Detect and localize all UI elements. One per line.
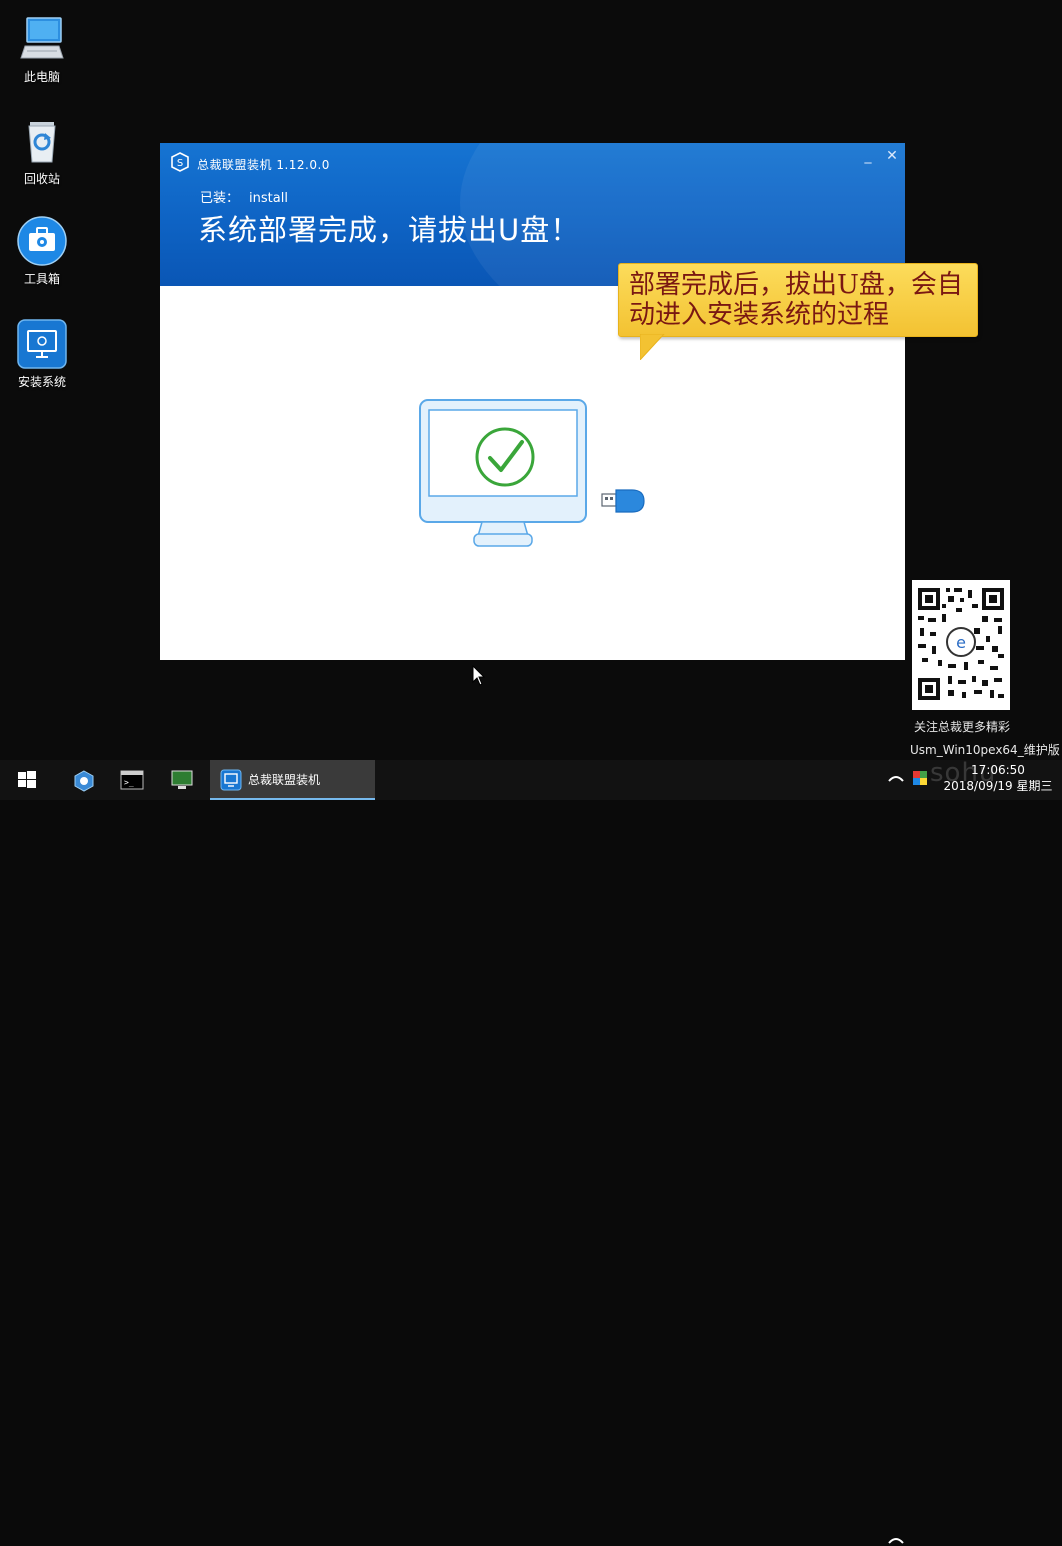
status-value: install bbox=[249, 191, 288, 206]
close-button[interactable]: ✕ bbox=[882, 147, 902, 165]
desktop-icon-label: 工具箱 bbox=[23, 272, 60, 286]
clock-date: 2018/09/19 星期三 bbox=[943, 779, 1053, 793]
os-version-label: Usm_Win10pex64_维护版 bbox=[910, 743, 1060, 757]
desktop-icon-this-pc[interactable]: 此电脑 bbox=[2, 14, 82, 85]
install-status: 已装： install bbox=[200, 187, 298, 206]
svg-text:e: e bbox=[956, 633, 966, 652]
svg-text:>_: >_ bbox=[124, 778, 134, 787]
monitor-icon bbox=[171, 770, 193, 789]
taskbar-tool-button[interactable] bbox=[60, 760, 108, 800]
taskbar-monitor-button[interactable] bbox=[158, 760, 206, 800]
completion-illustration bbox=[419, 399, 645, 547]
toolbox-icon bbox=[17, 216, 67, 266]
install-system-icon bbox=[17, 319, 67, 369]
terminal-icon: >_ bbox=[120, 770, 144, 790]
desktop: 此电脑 回收站 工具箱 安装系统 S 总裁联盟装机 1.12.0.0 _ ✕ 已… bbox=[0, 0, 1062, 760]
computer-icon bbox=[20, 17, 64, 59]
desktop-icon-label: 回收站 bbox=[23, 172, 60, 186]
usb-drive-icon bbox=[601, 489, 645, 513]
desktop-icon-install-system[interactable]: 安装系统 bbox=[2, 319, 82, 390]
tray-app-icon[interactable] bbox=[912, 770, 928, 786]
tool-icon bbox=[74, 770, 94, 792]
desktop-icon-label: 此电脑 bbox=[23, 70, 60, 84]
recycle-bin-icon bbox=[28, 122, 56, 163]
desktop-icon-label: 安装系统 bbox=[17, 375, 66, 389]
taskbar-active-app[interactable]: 总裁联盟装机 bbox=[210, 760, 375, 800]
taskbar-active-app-label: 总裁联盟装机 bbox=[248, 773, 321, 787]
tray-chevron-icon[interactable] bbox=[888, 1534, 904, 1546]
tray-clock[interactable]: 17:06:50 2018/09/19 星期三 bbox=[938, 762, 1058, 794]
clock-time: 17:06:50 bbox=[971, 763, 1025, 777]
callout-text: 部署完成后，拔出U盘，会自动进入安装系统的过程 bbox=[629, 270, 963, 330]
minimize-button[interactable]: _ bbox=[858, 147, 878, 165]
annotation-callout: 部署完成后，拔出U盘，会自动进入安装系统的过程 bbox=[618, 263, 978, 337]
app-logo-icon: S bbox=[171, 152, 189, 172]
mouse-cursor-icon bbox=[472, 665, 486, 686]
tray-network-icon[interactable] bbox=[888, 772, 904, 784]
qr-code: e bbox=[912, 580, 1010, 710]
install-system-icon bbox=[220, 769, 242, 791]
start-button[interactable] bbox=[4, 760, 52, 800]
callout-tail bbox=[640, 334, 665, 360]
window-title: 总裁联盟装机 1.12.0.0 bbox=[197, 158, 330, 172]
qr-caption: 关注总裁更多精彩 bbox=[913, 720, 1010, 734]
taskbar-terminal-button[interactable]: >_ bbox=[108, 760, 156, 800]
desktop-icon-recycle-bin[interactable]: 回收站 bbox=[2, 116, 82, 187]
qr-code-image: e bbox=[912, 580, 1010, 710]
windows-start-icon bbox=[18, 771, 36, 788]
status-label: 已装： bbox=[200, 191, 240, 206]
completion-headline: 系统部署完成，请拔出U盘！ bbox=[198, 213, 581, 247]
desktop-icon-toolbox[interactable]: 工具箱 bbox=[2, 216, 82, 287]
svg-text:S: S bbox=[177, 158, 183, 169]
